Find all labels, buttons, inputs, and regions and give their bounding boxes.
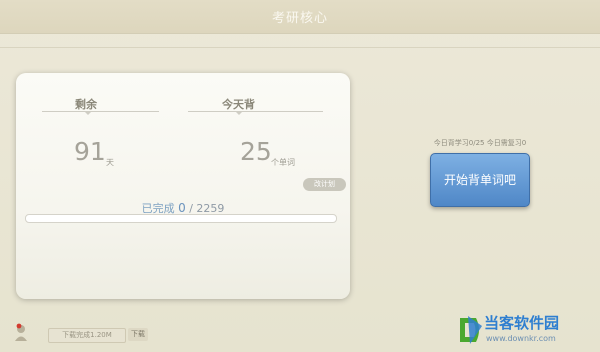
plan-card: 剩余 今天背 91 天 25 个单词 改计划 已完成 0 / 2259 — [16, 73, 350, 299]
today-words-label: 今天背 — [222, 98, 255, 111]
start-memorizing-button[interactable]: 开始背单词吧 — [430, 153, 530, 207]
remaining-divider — [42, 111, 159, 112]
remaining-pointer — [84, 111, 92, 115]
watermark-url: www.downkr.com — [486, 334, 556, 343]
today-study-status: 今日背学习0/25 今日需复习0 — [433, 139, 527, 147]
today-words-value: 25 — [240, 137, 272, 166]
today-pointer — [235, 111, 243, 115]
progress-bar — [25, 214, 337, 223]
download-button[interactable]: 下载 — [128, 328, 148, 341]
header-divider — [0, 47, 600, 48]
today-words-unit: 个单词 — [271, 158, 295, 167]
watermark-logo-icon — [460, 316, 482, 344]
download-status: 下载完成1.20M — [48, 328, 126, 343]
app-title: 考研核心 — [271, 11, 328, 26]
user-avatar-icon[interactable] — [14, 322, 30, 342]
remaining-days-value: 91 — [74, 137, 106, 166]
remaining-days-label: 剩余 — [75, 98, 97, 111]
change-plan-button[interactable]: 改计划 — [303, 178, 346, 191]
watermark-text: 当客软件园 — [484, 314, 560, 332]
title-bar: 考研核心 — [0, 0, 600, 34]
site-watermark: 当客软件园 www.downkr.com — [454, 310, 600, 352]
remaining-days-unit: 天 — [106, 158, 114, 167]
today-divider — [188, 111, 323, 112]
progress-done-count: 0 — [178, 201, 186, 215]
